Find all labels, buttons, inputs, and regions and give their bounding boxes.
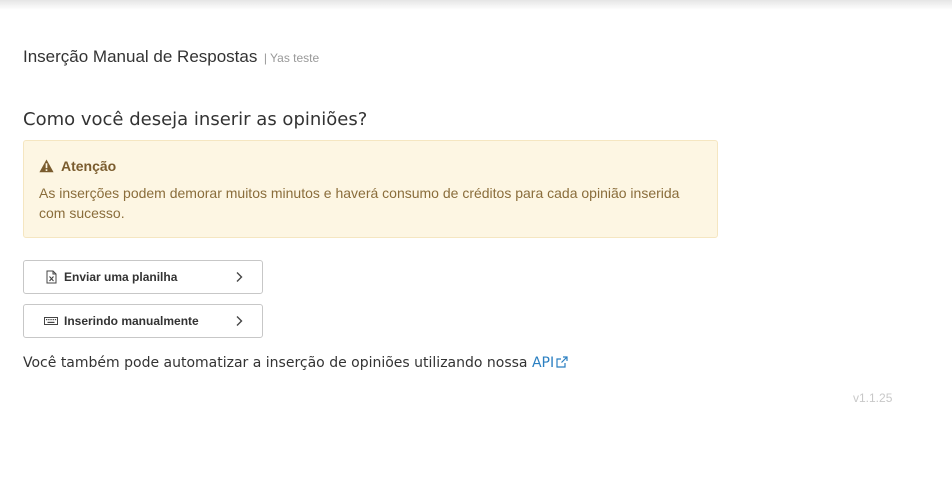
warning-triangle-icon xyxy=(39,159,54,173)
manual-entry-label: Inserindo manualmente xyxy=(64,314,199,328)
external-link-icon xyxy=(556,356,568,368)
api-note: Você também pode automatizar a inserção … xyxy=(23,355,568,371)
alert-title: Atenção xyxy=(61,158,117,174)
page-title: Inserção Manual de Respostas xyxy=(23,47,258,66)
upload-spreadsheet-button[interactable]: Enviar uma planilha xyxy=(23,260,263,294)
keyboard-icon xyxy=(44,317,58,325)
api-note-text: Você também pode automatizar a inserção … xyxy=(23,355,532,371)
manual-entry-button[interactable]: Inserindo manualmente xyxy=(23,304,263,338)
page-header: Inserção Manual de Respostas | Yas teste xyxy=(23,47,319,67)
alert-title-row: Atenção xyxy=(39,157,702,175)
warning-alert: Atenção As inserções podem demorar muito… xyxy=(23,140,718,238)
api-link-label: API xyxy=(531,355,555,371)
spreadsheet-icon xyxy=(46,270,57,284)
app-version: v1.1.25 xyxy=(853,391,893,405)
chevron-right-icon xyxy=(236,272,243,282)
alert-message: As inserções podem demorar muitos minuto… xyxy=(39,185,680,221)
api-link[interactable]: API xyxy=(532,355,568,371)
top-bar-shadow xyxy=(0,0,952,10)
question-heading: Como você deseja inserir as opiniões? xyxy=(23,109,368,130)
page-subtitle: | Yas teste xyxy=(263,51,320,65)
chevron-right-icon xyxy=(236,316,243,326)
upload-spreadsheet-label: Enviar uma planilha xyxy=(64,270,178,284)
